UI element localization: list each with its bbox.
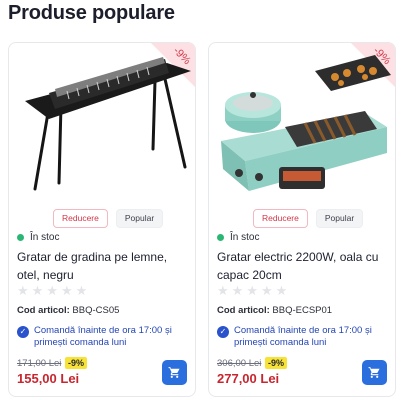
- shipping-note: ✓ Comandă înainte de ora 17:00 și primeș…: [217, 325, 387, 349]
- product-name-link[interactable]: Gratar electric 2200W, oala cu capac 20c…: [217, 248, 387, 284]
- section-title: Produse populare: [8, 2, 175, 24]
- product-code-label: Cod articol:: [217, 305, 270, 316]
- rating-stars: ★ ★ ★ ★ ★: [217, 284, 287, 297]
- star-icon: ★: [246, 283, 258, 298]
- shipping-text: Comandă înainte de ora 17:00 și primești…: [34, 325, 172, 348]
- product-name-link[interactable]: Gratar de gradina pe lemne, otel, negru: [17, 248, 187, 284]
- product-card[interactable]: -9% Reducere Popular În stoc Gratar de g…: [8, 42, 196, 397]
- rating-stars: ★ ★ ★ ★ ★: [17, 284, 87, 297]
- product-card[interactable]: -9% Reducere Popular În stoc Gratar elec…: [208, 42, 396, 397]
- cart-icon: [168, 367, 180, 378]
- product-code-value: BBQ-ECSP01: [272, 305, 333, 316]
- old-price: 306,00 Lei: [217, 358, 262, 369]
- charcoal-grill-image[interactable]: [15, 49, 191, 205]
- price: 155,00 Lei: [17, 371, 80, 386]
- star-icon: ★: [31, 283, 44, 298]
- electric-grill-image[interactable]: [215, 49, 391, 205]
- star-icon: ★: [46, 283, 58, 298]
- product-code-value: BBQ-CS05: [72, 305, 120, 316]
- discount-tag: -9%: [265, 357, 288, 369]
- sale-badge: Reducere: [253, 209, 308, 228]
- shipping-note: ✓ Comandă înainte de ora 17:00 și primeș…: [17, 325, 187, 349]
- add-to-cart-button[interactable]: [162, 360, 187, 385]
- stock-label: În stoc: [230, 232, 260, 243]
- stock-label: În stoc: [30, 232, 60, 243]
- add-to-cart-button[interactable]: [362, 360, 387, 385]
- popular-badge: Popular: [115, 209, 164, 228]
- badge-group: Reducere Popular: [253, 209, 364, 228]
- star-icon: ★: [60, 283, 73, 298]
- check-circle-icon: ✓: [17, 326, 29, 338]
- discount-tag: -9%: [65, 357, 88, 369]
- in-stock-dot-icon: [217, 234, 224, 241]
- shipping-text: Comandă înainte de ora 17:00 și primești…: [234, 325, 372, 348]
- check-circle-icon: ✓: [217, 326, 229, 338]
- cart-icon: [368, 367, 380, 378]
- star-icon: ★: [17, 283, 29, 298]
- stock-status: În stoc: [217, 232, 259, 243]
- star-icon: ★: [231, 283, 244, 298]
- old-price: 171,00 Lei: [17, 358, 62, 369]
- badge-group: Reducere Popular: [53, 209, 164, 228]
- product-code-label: Cod articol:: [17, 305, 70, 316]
- price: 277,00 Lei: [217, 371, 280, 386]
- product-code: Cod articol: BBQ-CS05: [17, 305, 119, 316]
- product-code: Cod articol: BBQ-ECSP01: [217, 305, 332, 316]
- in-stock-dot-icon: [17, 234, 24, 241]
- star-icon: ★: [275, 283, 288, 298]
- sale-badge: Reducere: [53, 209, 108, 228]
- popular-badge: Popular: [315, 209, 364, 228]
- star-icon: ★: [260, 283, 273, 298]
- stock-status: În stoc: [17, 232, 59, 243]
- star-icon: ★: [217, 283, 229, 298]
- star-icon: ★: [75, 283, 88, 298]
